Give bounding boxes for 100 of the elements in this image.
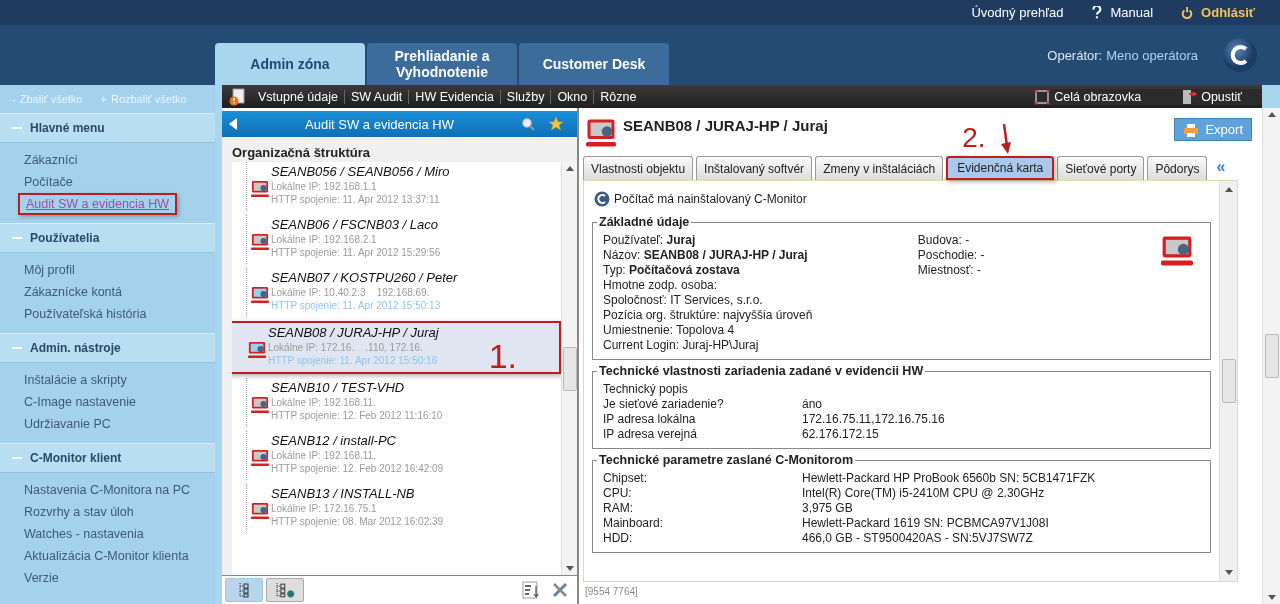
menu-item[interactable]: Služby xyxy=(500,89,552,104)
scroll-up-icon[interactable] xyxy=(1267,112,1276,117)
menu-link[interactable]: Počítače xyxy=(18,171,79,193)
menu-link[interactable]: Môj profil xyxy=(18,259,81,281)
scroll-thumb[interactable] xyxy=(562,346,577,391)
computer-name: SEANB10 / TEST-VHD xyxy=(271,380,406,396)
computer-icon xyxy=(251,180,269,198)
computer-title: SEANB08 / JURAJ-HP / Juraj xyxy=(623,117,828,134)
menu-item[interactable]: Vstupné údaje xyxy=(252,89,345,104)
menu-link[interactable]: Udržiavanie PC xyxy=(18,413,117,435)
section-header[interactable]: Hlavné menu xyxy=(0,113,215,143)
scroll-up-icon[interactable] xyxy=(1224,187,1233,192)
http-connection: HTTP spojenie: 11. Apr 2012 13:37:11 xyxy=(271,193,441,206)
info-line: Pozícia org. štruktúre: najvyššia úroveň xyxy=(603,308,814,323)
group-title: Základné údaje xyxy=(598,215,691,229)
main-tab[interactable]: Prehliadanie a Vyhodnotenie xyxy=(367,43,517,85)
local-ip: Lokálne IP: 192.168.1.1 xyxy=(271,180,378,193)
tab[interactable]: Vlastnosti objektu xyxy=(583,156,694,180)
info-line: Poschodie: - xyxy=(917,248,986,263)
computer-icon xyxy=(251,233,269,251)
scroll-up-icon[interactable] xyxy=(565,166,574,171)
star-icon[interactable] xyxy=(549,117,563,131)
local-ip: Lokálne IP: 192.168.11. xyxy=(271,449,377,462)
info-line: Hmotne zodp. osoba: xyxy=(603,278,719,293)
computer-name: SEANB056 / SEANB056 / Miro xyxy=(271,164,450,180)
scroll-down-icon[interactable] xyxy=(1267,595,1276,600)
computer-icon xyxy=(1160,235,1194,267)
top-link[interactable]: Úvodný prehľad xyxy=(971,5,1064,20)
field-label: CPU: xyxy=(603,486,633,501)
section-title: C-Monitor klient xyxy=(30,451,122,465)
tab[interactable]: Pôdorys xyxy=(1147,156,1208,180)
computer-name: SEANB08 / JURAJ-HP / Juraj xyxy=(268,325,439,341)
menu-link[interactable]: Zákazníci xyxy=(18,149,84,171)
menu-link[interactable]: Nastavenia C-Monitora na PC xyxy=(18,479,197,501)
search-icon[interactable] xyxy=(521,117,535,131)
menu-link[interactable]: Aktualizácia C-Monitor klienta xyxy=(18,545,195,567)
main-tab[interactable]: Admin zóna xyxy=(215,43,365,85)
exit-button[interactable]: Opustiť xyxy=(1181,88,1242,105)
menu-link[interactable]: Zákaznícke kontá xyxy=(18,281,128,303)
field-value: Intel(R) Core(TM) i5-2410M CPU @ 2.30GHz xyxy=(802,486,1045,501)
field-value: 62.176.172.15 xyxy=(802,427,879,442)
menu-link[interactable]: Rozvrhy a stav úloh xyxy=(18,501,140,523)
step-number: 2. xyxy=(962,124,986,152)
tree-node[interactable]: SEANB08 / JURAJ-HP / Juraj Lokálne IP: 172.16. .110, 172.16. HTTP spojenie: 11. Apr 2012 15:50:16 1. xyxy=(232,321,561,374)
info-line: Spoločnosť: IT Services, s.r.o. xyxy=(603,293,764,308)
section-header[interactable]: Admin. nástroje xyxy=(0,333,215,363)
top-link[interactable]: Odhlásiť xyxy=(1181,5,1255,20)
field-label: Technický popis xyxy=(603,382,689,397)
computer-icon xyxy=(585,118,617,148)
collapse-tabs-button[interactable]: « xyxy=(1216,158,1226,176)
computer-icon xyxy=(251,286,269,304)
computer-name: SEANB13 / INSTALL-NB xyxy=(271,486,416,502)
section-header[interactable]: Používatelia xyxy=(0,223,215,253)
tab[interactable]: Zmeny v inštaláciách xyxy=(815,156,944,180)
tab[interactable]: Sieťové porty xyxy=(1057,156,1145,180)
menu-item[interactable]: SW Audit xyxy=(344,89,410,104)
field-value: Hewlett-Packard HP ProBook 6560b SN: 5CB1471FZK xyxy=(802,471,1096,486)
help-icon xyxy=(1091,6,1103,19)
section-title: Používatelia xyxy=(30,231,100,245)
menu-link[interactable]: Verzie xyxy=(18,567,65,589)
info-line: Budova: - xyxy=(917,233,971,248)
group-title: Technické vlastnosti zariadenia zadané v evidencii HW xyxy=(598,364,925,378)
menu-link[interactable]: Inštalácie a skripty xyxy=(18,369,133,391)
step-number: 1. xyxy=(488,339,517,373)
scroll-down-icon[interactable] xyxy=(1224,570,1233,575)
scroll-down-icon[interactable] xyxy=(565,566,574,571)
computer-name: SEANB12 / install-PC xyxy=(271,433,397,449)
section-header[interactable]: C-Monitor klient xyxy=(0,443,215,473)
http-connection: HTTP spojenie: 11. Apr 2012 15:29:56 xyxy=(271,246,441,259)
menu-item[interactable]: HW Evidencia xyxy=(409,89,501,104)
operator-label: Operátor: xyxy=(1047,47,1103,63)
tree-view-button[interactable] xyxy=(225,578,263,602)
back-arrow-icon xyxy=(228,117,238,131)
tools-icon[interactable] xyxy=(551,581,569,599)
fullscreen-button[interactable]: Celá obrazovka xyxy=(1034,88,1142,105)
field-label: Mainboard: xyxy=(603,516,665,531)
logo-icon xyxy=(1222,37,1258,73)
field-label: RAM: xyxy=(603,501,634,516)
menu-link[interactable]: C-Image nastavenie xyxy=(18,391,142,413)
field-value: 466,0 GB - ST9500420AS - SN:5VJ7SW7Z xyxy=(802,531,1033,546)
tab[interactable]: Inštalovaný softvér xyxy=(696,156,813,180)
local-ip: Lokálne IP: 192.168.11. xyxy=(271,396,377,409)
scroll-thumb[interactable] xyxy=(1264,334,1279,378)
sort-icon[interactable] xyxy=(522,581,540,599)
panel-title: Audit SW a evidencia HW xyxy=(304,116,455,132)
network-tree-button[interactable] xyxy=(266,578,304,602)
field-label: Je sieťové zariadenie? xyxy=(603,397,725,412)
fullscreen-icon xyxy=(1034,88,1051,105)
menu-item[interactable]: Okno xyxy=(551,89,595,104)
scroll-thumb[interactable] xyxy=(1221,359,1236,403)
menu-item[interactable]: Rôzne xyxy=(594,89,643,104)
top-link[interactable]: Manual xyxy=(1091,5,1154,20)
section-title: Hlavné menu xyxy=(30,121,105,135)
field-label: IP adresa verejná xyxy=(603,427,698,442)
main-tab[interactable]: Customer Desk xyxy=(519,43,669,85)
info-line: Názov: SEANB08 / JURAJ-HP / Juraj xyxy=(603,248,809,263)
field-value: Hewlett-Packard 1619 SN: PCBMCA97V1J08I xyxy=(802,516,1049,531)
menu-link[interactable]: Používateľská história xyxy=(18,303,153,325)
menu-link[interactable]: Watches - nastavenia xyxy=(18,523,150,545)
local-ip: Lokálne IP: 172.16. .110, 172.16. xyxy=(268,341,424,354)
